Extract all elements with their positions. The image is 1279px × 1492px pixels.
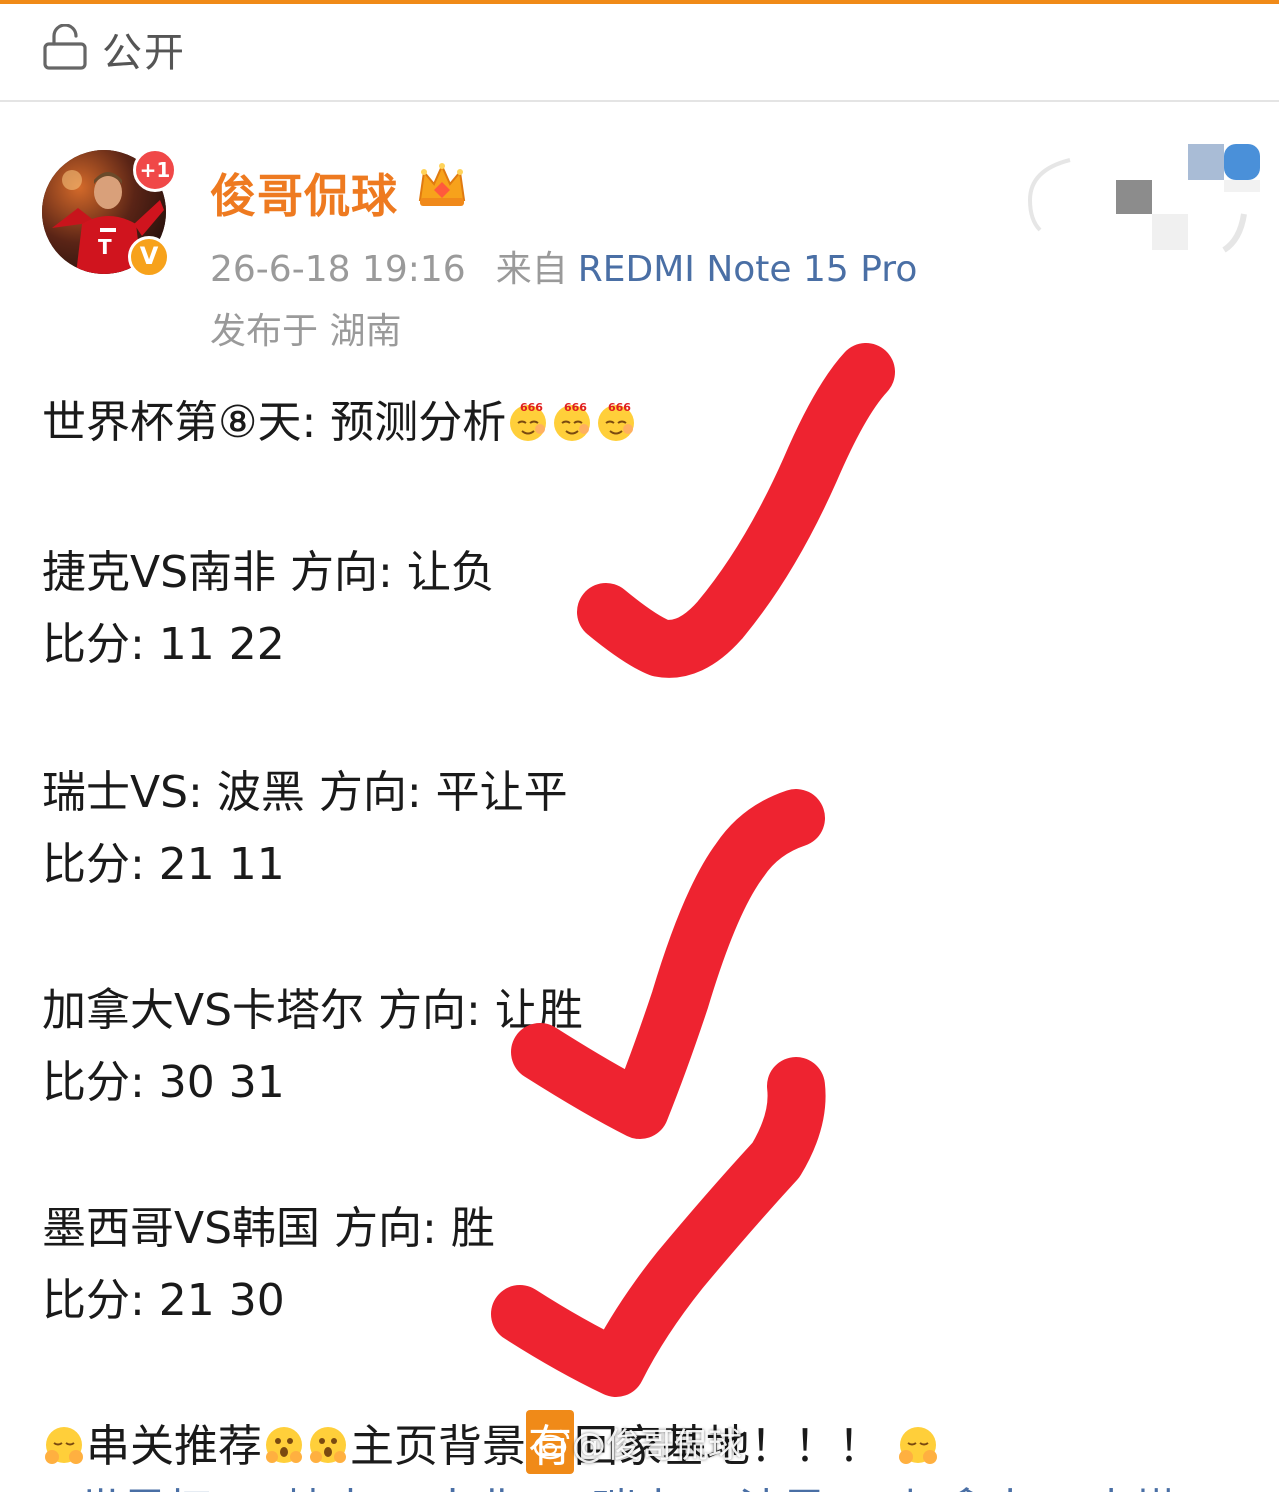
- surprise-emoji-icon: [266, 1427, 302, 1463]
- 666-emoji-icon: 666: [554, 401, 591, 441]
- visibility-label: 公开: [102, 30, 186, 76]
- check-mark: [511, 789, 825, 1139]
- post-title-text: 世界杯第⑧天: 预测分析: [42, 397, 507, 448]
- post-title: 世界杯第⑧天: 预测分析 666 666 666: [42, 386, 638, 450]
- divider: [0, 100, 1279, 102]
- match-score: 比分: 30 31: [42, 1057, 285, 1108]
- match-teams: 瑞士VS: 波黑 方向: 平让平: [42, 767, 568, 818]
- match-score: 比分: 21 11: [42, 839, 285, 890]
- surprise-emoji-icon: [310, 1427, 346, 1463]
- footer-text-2: 主页背景: [350, 1421, 526, 1472]
- watermark-text: @俊哥侃球: [572, 1426, 742, 1466]
- svg-text:666: 666: [564, 401, 587, 414]
- hug-emoji-icon: [45, 1427, 83, 1464]
- 666-emoji-icon: 666: [510, 401, 547, 441]
- match-teams: 捷克VS南非 方向: 让负: [42, 547, 495, 598]
- svg-text:666: 666: [520, 401, 543, 414]
- weibo-logo-icon: [533, 1429, 570, 1460]
- notification-badge: +1: [133, 148, 177, 192]
- crown-icon: [418, 163, 466, 206]
- visibility-bar[interactable]: 公开: [0, 4, 1279, 100]
- author-name[interactable]: 俊哥侃球: [210, 160, 398, 226]
- match-teams: 加拿大VS卡塔尔 方向: 让胜: [42, 985, 583, 1036]
- device-link[interactable]: REDMI Note 15 Pro: [578, 249, 918, 290]
- match-score: 比分: 11 22: [42, 619, 285, 670]
- check-mark: [577, 343, 895, 678]
- post-footer: 串关推荐 主页背景有回家基地！！！: [42, 1410, 940, 1474]
- post-meta: 26-6-18 19:16 来自 REDMI Note 15 Pro: [210, 240, 917, 292]
- match-score: 比分: 21 30: [42, 1275, 285, 1326]
- watermark: @俊哥侃球: [532, 1418, 742, 1467]
- verified-badge: V: [128, 236, 170, 278]
- svg-text:666: 666: [608, 401, 631, 414]
- post-time: 26-6-18 19:16: [210, 249, 466, 290]
- 666-emoji-icon: 666: [598, 401, 635, 441]
- footer-text-1: 串关推荐: [86, 1421, 262, 1472]
- weibo-post-screen: 公开 T +1 V 俊哥侃球 26-6-18 19:16 来自 REDMI No…: [0, 0, 1279, 1492]
- lock-open-icon: [43, 24, 87, 70]
- source-prefix: 来自: [495, 249, 568, 290]
- follow-button-blurred[interactable]: [1020, 140, 1270, 260]
- check-mark: [491, 1057, 826, 1397]
- match-teams: 墨西哥VS韩国 方向: 胜: [42, 1203, 495, 1254]
- post-location: 发布于 湖南: [210, 311, 402, 352]
- hashtag-links[interactable]: #世界杯##捷克VS南非##瑞士VS波黑##加拿大VS卡塔: [42, 1474, 1178, 1492]
- svg-text:T: T: [98, 235, 112, 259]
- hug-emoji-icon: [899, 1427, 937, 1464]
